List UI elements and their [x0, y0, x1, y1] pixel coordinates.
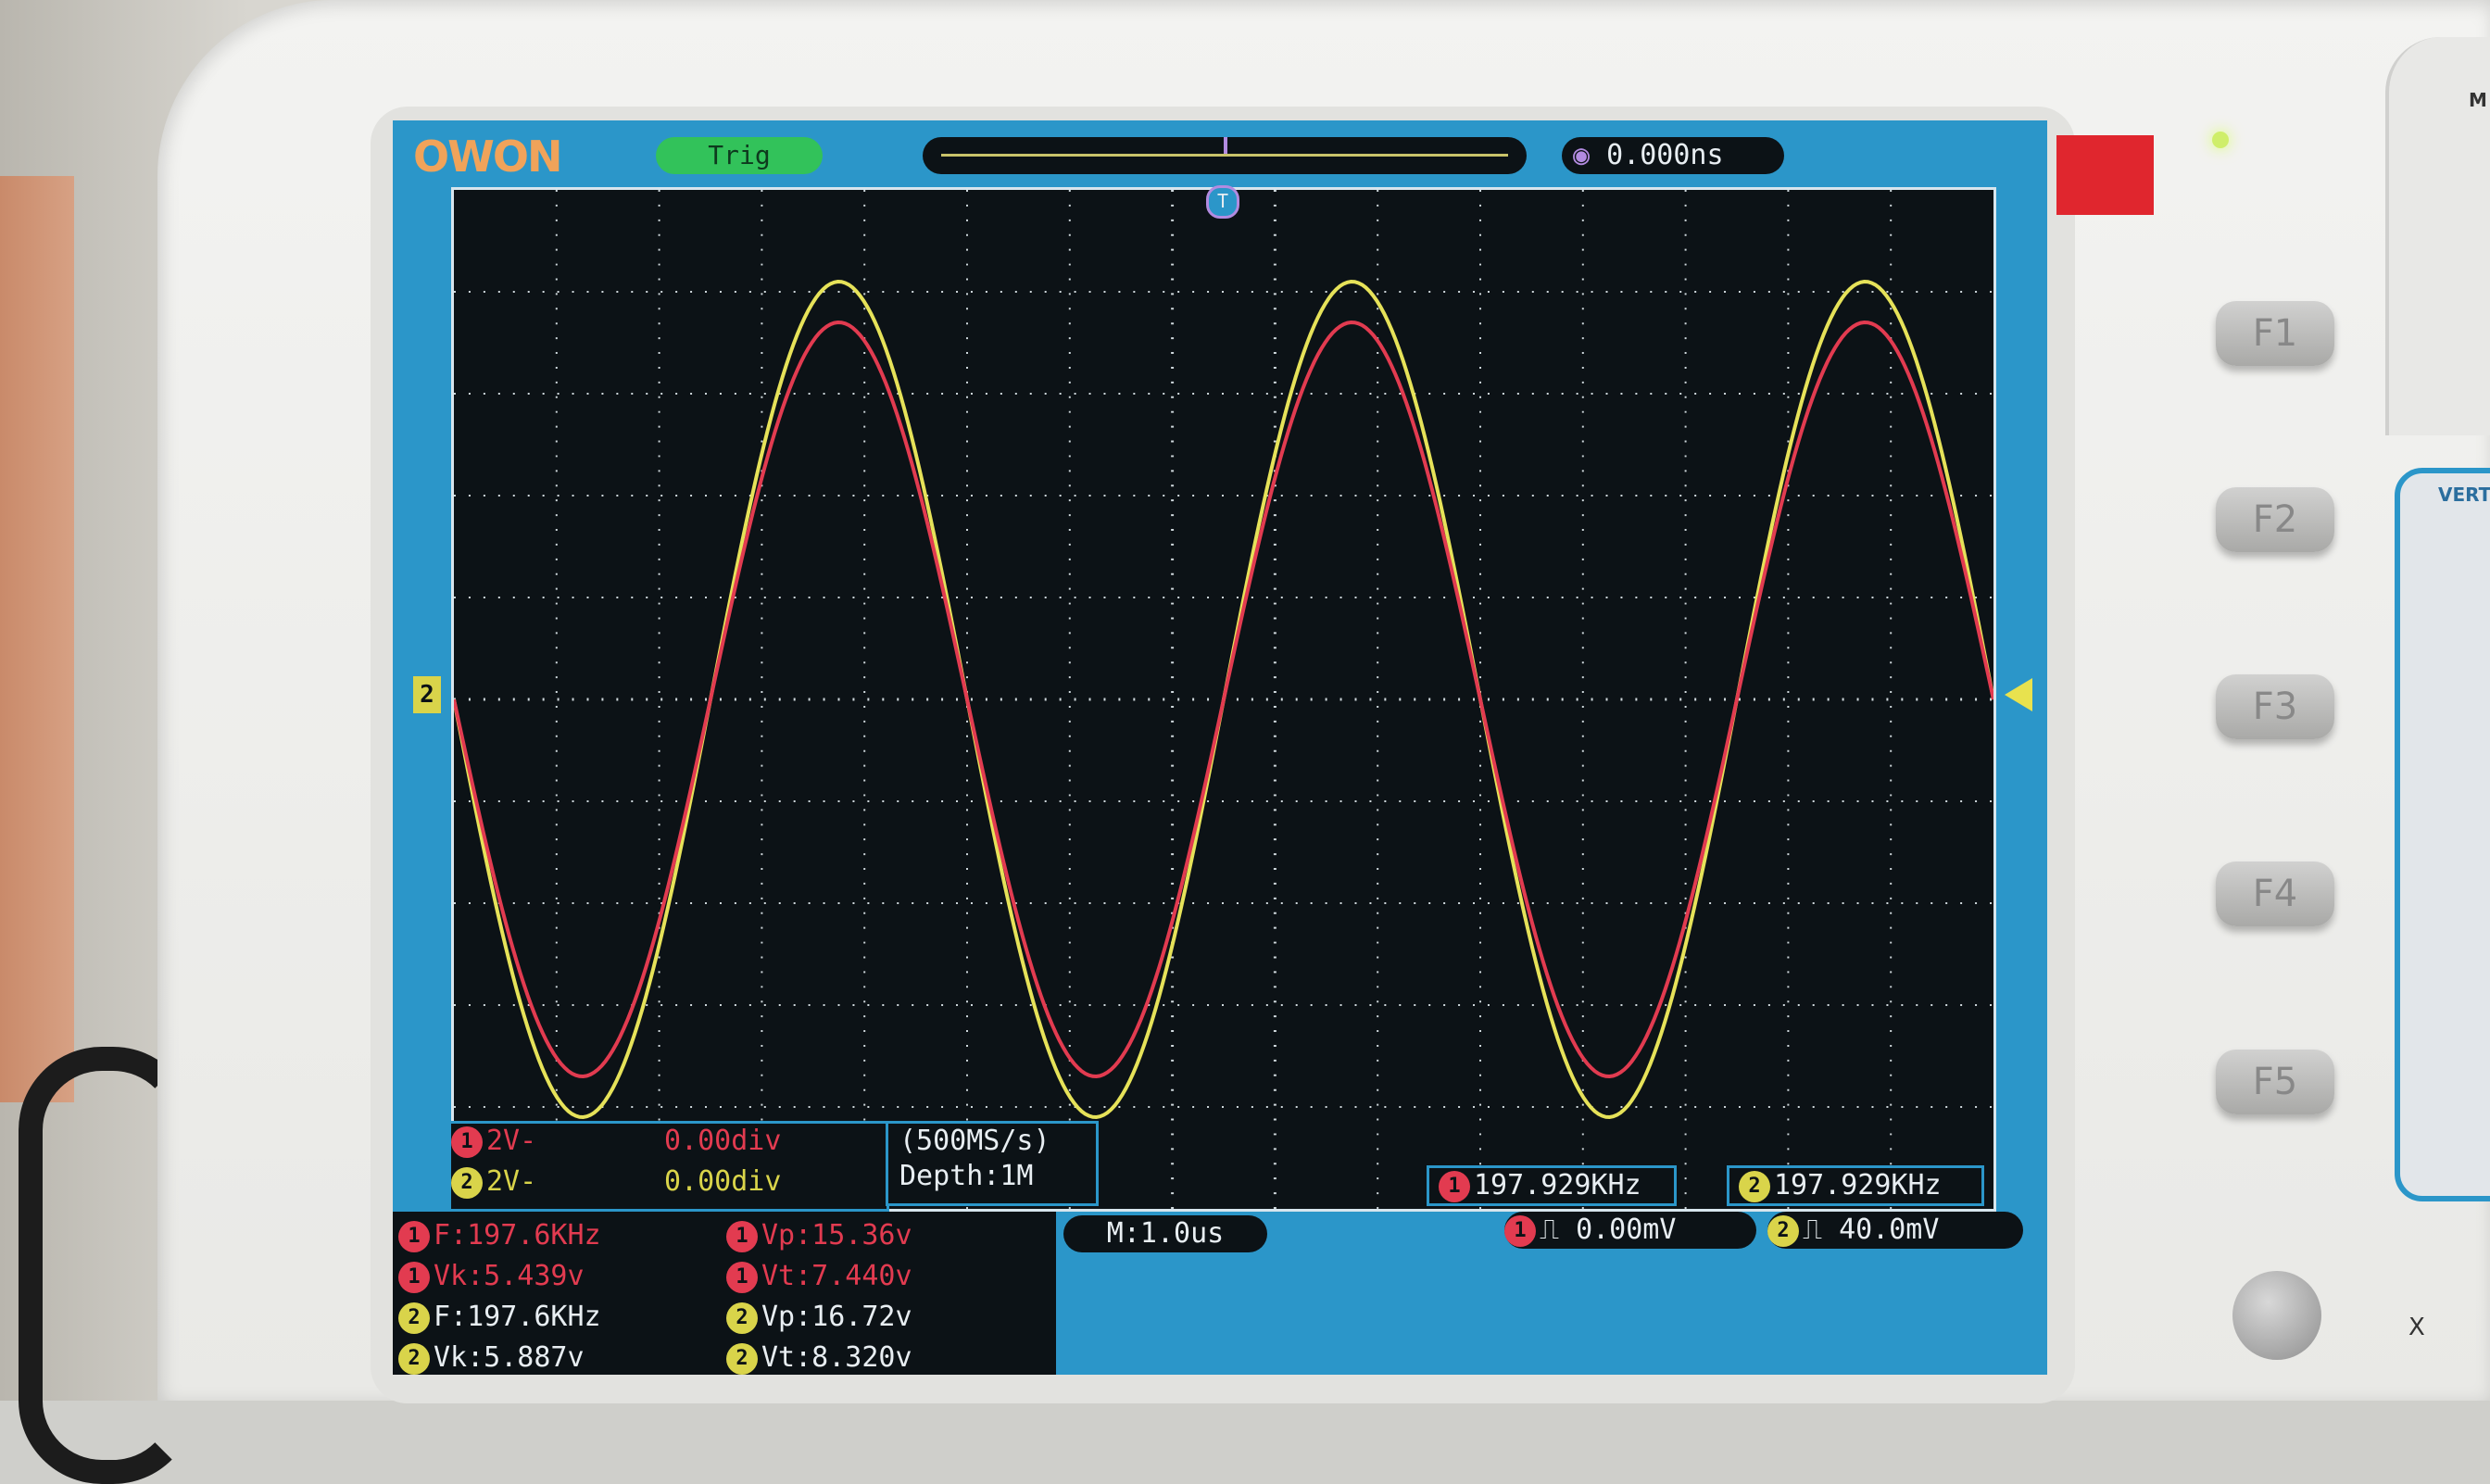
- ch1-frequency-text: F:197.6KHz: [434, 1219, 601, 1251]
- ch2-trigger-level: 40.0mV: [1839, 1214, 1940, 1246]
- ch2-offset: 0.00div: [664, 1165, 782, 1198]
- ch2-badge: 2: [451, 1166, 483, 1199]
- oscilloscope-screen: OWON Trig ◉ 0.000ns T 2 1 2V- 0.00div 2 2V…: [393, 120, 2047, 1375]
- ch2-freq-value: 197.929KHz: [1774, 1169, 1942, 1201]
- ch1-trigger-readout: 1 ⎍ 0.00mV: [1504, 1212, 1756, 1249]
- multipurpose-knob[interactable]: [2232, 1271, 2321, 1360]
- ch1-vp-measure: 1 Vp:15.36v: [726, 1215, 912, 1256]
- time-offset-value: 0.000ns: [1606, 139, 1724, 171]
- ch1-vk-text: Vk:5.439v: [434, 1260, 585, 1292]
- f2-button[interactable]: F2: [2216, 487, 2334, 552]
- x-label: X: [2408, 1314, 2425, 1341]
- ch1-trigger-level: 0.00mV: [1576, 1214, 1677, 1246]
- measure-ch2-badge: 2: [398, 1302, 430, 1334]
- ch1-vt-text: Vt:7.440v: [761, 1260, 912, 1292]
- measure-ch2-badge: 2: [398, 1342, 430, 1375]
- trigger-time-icon: ◉: [1573, 139, 1591, 171]
- trigger-position-marker[interactable]: T: [1206, 185, 1239, 219]
- ch2-trigger-badge: 2: [1767, 1214, 1799, 1247]
- f5-button[interactable]: F5: [2216, 1050, 2334, 1114]
- ch1-trigger-badge: 1: [1504, 1214, 1536, 1247]
- circuit-board-edge: [0, 176, 74, 1102]
- rising-edge-icon: ⎍: [1803, 1214, 1822, 1246]
- rising-edge-icon: ⎍: [1540, 1214, 1559, 1246]
- ch1-badge: 1: [451, 1126, 483, 1158]
- sample-rate: (500MS/s): [899, 1125, 1050, 1157]
- ch2-frequency-counter: 2 197.929KHz: [1727, 1165, 1984, 1206]
- timebase-readout: M:1.0us: [1063, 1215, 1267, 1252]
- ch2-vk-measure: 2 Vk:5.887v: [398, 1338, 585, 1375]
- measure-ch1-badge: 1: [398, 1261, 430, 1293]
- ch2-frequency-measure: 2 F:197.6KHz: [398, 1297, 601, 1338]
- memory-window-line: [941, 154, 1508, 157]
- ch2-vt-text: Vt:8.320v: [761, 1341, 912, 1374]
- ch2-vk-text: Vk:5.887v: [434, 1341, 585, 1374]
- measure-ch1-badge: 1: [726, 1261, 758, 1293]
- horizontal-position-readout: ◉ 0.000ns: [1562, 137, 1784, 174]
- graticule: [454, 190, 1993, 1209]
- ch2-vt-measure: 2 Vt:8.320v: [726, 1338, 912, 1375]
- memory-depth: Depth:1M: [899, 1160, 1034, 1192]
- ch2-scale: 2V-: [486, 1165, 537, 1198]
- ch1-vk-measure: 1 Vk:5.439v: [398, 1256, 585, 1297]
- ch1-frequency-counter: 1 197.929KHz: [1427, 1165, 1677, 1206]
- ch1-vp-text: Vp:15.36v: [761, 1219, 912, 1251]
- measure-ch2-badge: 2: [726, 1302, 758, 1334]
- ch1-freq-value: 197.929KHz: [1474, 1169, 1641, 1201]
- ch1-vt-measure: 1 Vt:7.440v: [726, 1256, 912, 1297]
- ch1-scale: 2V-: [486, 1125, 537, 1157]
- f4-button[interactable]: F4: [2216, 861, 2334, 926]
- channel-settings-panel: 1 2V- 0.00div 2 2V- 0.00div: [448, 1121, 889, 1212]
- vertical-control-panel: [2395, 468, 2490, 1201]
- ch2-frequency-text: F:197.6KHz: [434, 1301, 601, 1333]
- memory-position-bar: [923, 137, 1527, 174]
- vertical-panel-label: VERT: [2438, 484, 2490, 506]
- ch2-freq-badge: 2: [1739, 1170, 1770, 1202]
- trigger-level-arrow[interactable]: [2005, 678, 2032, 711]
- ch2-vp-text: Vp:16.72v: [761, 1301, 912, 1333]
- waveform-display: [451, 187, 1996, 1212]
- red-label-tab: [2056, 135, 2154, 215]
- f3-button[interactable]: F3: [2216, 674, 2334, 739]
- measure-ch2-badge: 2: [726, 1342, 758, 1375]
- ch2-ground-marker[interactable]: 2: [413, 676, 441, 713]
- measurement-panel: 1 F:197.6KHz 1 Vp:15.36v 1 Vk:5.439v 1 Vt:7.…: [393, 1212, 1056, 1375]
- ch1-frequency-measure: 1 F:197.6KHz: [398, 1215, 601, 1256]
- acquisition-panel: (500MS/s) Depth:1M: [886, 1121, 1099, 1206]
- measure-ch1-badge: 1: [398, 1220, 430, 1252]
- power-led: [2212, 132, 2229, 148]
- trigger-status-badge: Trig: [656, 137, 823, 174]
- ch1-offset: 0.00div: [664, 1125, 782, 1157]
- ch1-waveform: [454, 321, 1993, 1078]
- f1-button[interactable]: F1: [2216, 301, 2334, 366]
- ch1-setting-row: 1 2V- 0.00div: [451, 1124, 887, 1164]
- ch2-vp-measure: 2 Vp:16.72v: [726, 1297, 912, 1338]
- measure-ch1-badge: 1: [726, 1220, 758, 1252]
- ch2-setting-row: 2 2V- 0.00div: [451, 1164, 887, 1205]
- ch2-trigger-readout: 2 ⎍ 40.0mV: [1767, 1212, 2023, 1249]
- ch1-freq-badge: 1: [1439, 1170, 1470, 1202]
- brand-logo: OWON: [413, 132, 562, 182]
- panel-corner-label: M: [2469, 89, 2487, 111]
- memory-window-marker: [1224, 137, 1227, 154]
